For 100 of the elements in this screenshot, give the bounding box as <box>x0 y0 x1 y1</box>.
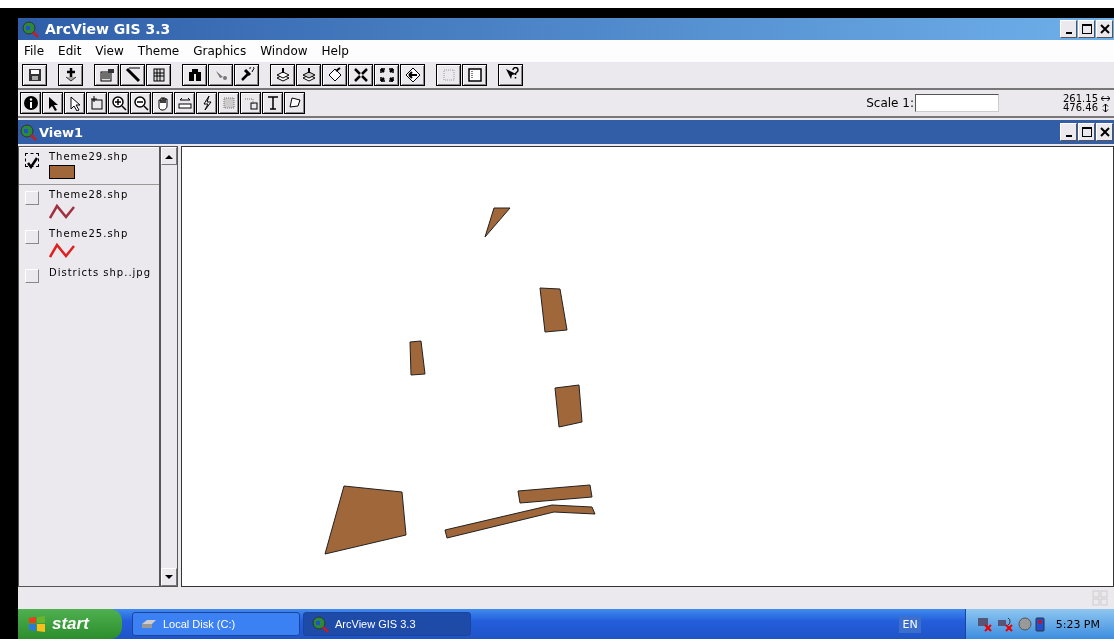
y-coordinate: 476.46 <box>1063 103 1098 112</box>
toolbar-button[interactable] <box>86 92 107 114</box>
checkbox[interactable] <box>25 153 39 167</box>
menu-item[interactable]: Window <box>260 44 308 58</box>
horizontal-arrow-icon <box>1101 95 1110 102</box>
menu-item[interactable]: Theme <box>137 44 180 58</box>
dotted-grid-icon <box>440 67 457 83</box>
toolbar-button[interactable] <box>208 64 233 86</box>
toolbar-button[interactable] <box>348 64 373 86</box>
toolbar-button[interactable] <box>284 92 305 114</box>
vertical-arrow-icon <box>1101 103 1110 112</box>
toolbar-button[interactable] <box>218 92 239 114</box>
toolbar-button[interactable] <box>498 64 523 86</box>
toolbar-button[interactable] <box>58 64 83 86</box>
toolbar-button[interactable] <box>270 64 295 86</box>
toolbar-button[interactable] <box>174 92 195 114</box>
minimize-button[interactable] <box>1060 20 1077 38</box>
toolbar-button[interactable] <box>108 92 129 114</box>
toolbar-button[interactable] <box>22 64 47 86</box>
close-button[interactable] <box>1096 123 1113 141</box>
theme-name: Theme28.shp <box>49 189 129 200</box>
map-feature <box>539 287 568 333</box>
x-coordinate: 261.15 <box>1063 94 1098 103</box>
toolbar-button[interactable] <box>42 92 63 114</box>
toolbar-button[interactable] <box>436 64 461 86</box>
zoom-in-icon <box>110 95 127 111</box>
view-logo-icon <box>20 123 37 141</box>
zoom-out-icon <box>132 95 149 111</box>
close-icon <box>1097 22 1112 36</box>
battery-icon <box>1034 616 1045 632</box>
toolbar-button[interactable] <box>462 64 487 86</box>
draw-shape-icon <box>286 95 303 111</box>
scroll-down-button[interactable] <box>161 568 177 586</box>
maximize-icon <box>1079 22 1094 36</box>
toolbar-button[interactable] <box>196 92 217 114</box>
layout-frame-icon <box>466 67 483 83</box>
toolbar-button[interactable] <box>152 92 173 114</box>
layers-icon <box>300 67 317 83</box>
maximize-button[interactable] <box>1078 20 1095 38</box>
close-button[interactable] <box>1096 20 1113 38</box>
dotted-square-icon <box>220 95 237 111</box>
toolbar-button[interactable] <box>262 92 283 114</box>
properties-icon <box>98 67 115 83</box>
app-logo-icon <box>22 20 39 38</box>
wireless-disconnected-icon <box>996 616 1015 632</box>
windows-flag-icon <box>28 616 46 632</box>
menu-item[interactable]: Help <box>321 44 349 58</box>
checkmark-icon <box>26 157 38 169</box>
theme-name: Theme25.shp <box>49 228 129 239</box>
taskbar-button[interactable]: ArcView GIS 3.3 <box>303 612 471 636</box>
maximize-button[interactable] <box>1078 123 1095 141</box>
zoom-in-arrows-icon <box>352 67 369 83</box>
minimize-button[interactable] <box>1060 123 1077 141</box>
close-icon <box>1097 125 1112 139</box>
table-icon <box>150 67 167 83</box>
toolbar-button[interactable] <box>234 64 259 86</box>
network-disconnected-icon <box>975 616 994 632</box>
toolbar-button[interactable] <box>374 64 399 86</box>
toolbar-button[interactable] <box>20 92 41 114</box>
clock: 5:23 PM <box>1055 617 1100 631</box>
maximize-icon <box>1079 125 1094 139</box>
menu-item[interactable]: File <box>24 44 45 58</box>
toolbar-button[interactable] <box>94 64 119 86</box>
menu-item[interactable]: View <box>95 44 124 58</box>
window-title: ArcView GIS 3.3 <box>45 21 172 37</box>
legend-item[interactable]: Theme29.shp <box>19 147 159 185</box>
toolbar-button[interactable] <box>130 92 151 114</box>
scale-field[interactable] <box>915 94 999 112</box>
map-feature <box>484 207 511 238</box>
taskbar-button[interactable]: Local Disk (C:) <box>132 612 300 636</box>
layers-icon <box>274 67 291 83</box>
measure-icon <box>176 95 193 111</box>
toolbar-button[interactable] <box>240 92 261 114</box>
toolbar-button[interactable] <box>296 64 321 86</box>
toolbar-button[interactable] <box>64 92 85 114</box>
drive-icon <box>141 618 157 630</box>
toolbar-button[interactable] <box>120 64 145 86</box>
resize-grip-icon <box>1092 590 1108 606</box>
menu-item[interactable]: Graphics <box>193 44 247 58</box>
minimize-icon <box>1065 135 1072 137</box>
menu-item[interactable]: Edit <box>58 44 82 58</box>
scroll-up-button[interactable] <box>161 147 177 165</box>
select-box-icon <box>88 95 105 111</box>
toolbar-button[interactable] <box>182 64 207 86</box>
legend-item[interactable]: Districts shp..jpg <box>19 263 159 288</box>
legend-item[interactable]: Theme25.shp <box>19 224 159 263</box>
app-logo-icon <box>312 615 329 633</box>
zoom-out-arrows-icon <box>378 67 395 83</box>
back-arrow-icon <box>404 67 421 83</box>
pencil-icon <box>124 67 141 83</box>
map-feature <box>409 340 426 376</box>
toolbar-button[interactable] <box>400 64 425 86</box>
toolbar-button[interactable] <box>322 64 347 86</box>
binoculars-icon <box>186 67 203 83</box>
theme-name: Theme29.shp <box>49 151 129 162</box>
info-icon <box>22 95 39 111</box>
down-arrow-icon <box>165 574 173 580</box>
legend-item[interactable]: Theme28.shp <box>19 185 159 224</box>
diamond-icon <box>326 67 343 83</box>
toolbar-button[interactable] <box>146 64 171 86</box>
